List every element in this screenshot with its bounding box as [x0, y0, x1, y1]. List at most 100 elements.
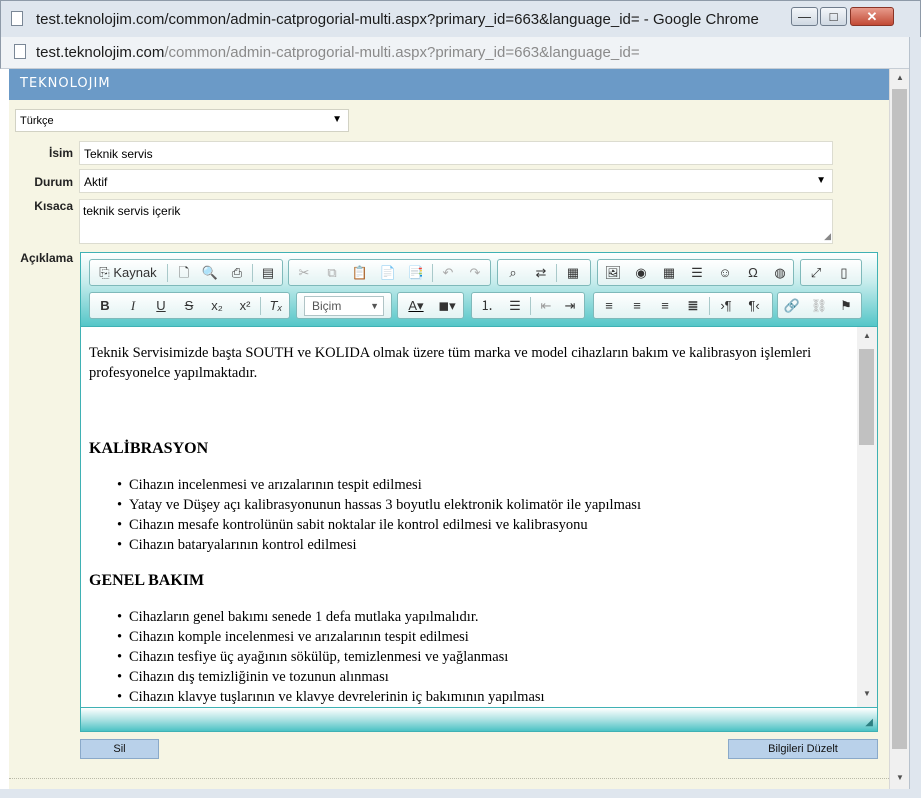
preview-icon[interactable]: 🔍 [200, 263, 220, 283]
status-select[interactable]: Aktif ▼ [79, 169, 833, 193]
list-item-text: Cihazın dış temizliğinin ve tozunun alın… [129, 669, 389, 685]
toolbar-group-find: ⌕ ⇄ ▦ [497, 259, 591, 286]
copy-icon[interactable]: ⧉ [322, 263, 342, 283]
editor-scrollbar-thumb[interactable] [859, 349, 874, 445]
select-all-icon[interactable]: ▦ [563, 263, 583, 283]
page-scrollbar[interactable]: ▲ ▼ [889, 69, 909, 789]
address-host: test.teknolojim.com [36, 44, 165, 61]
text-direction-ltr-icon[interactable]: ›¶ [715, 296, 737, 316]
align-center-icon[interactable]: ≡ [627, 296, 647, 316]
list-item-text: Cihazın bataryalarının kontrol edilmesi [129, 537, 357, 553]
table-icon[interactable]: ▦ [659, 263, 679, 283]
background-color-icon[interactable]: ◼▾ [433, 296, 461, 316]
toolbar-group-view: ⤢ ▯ [800, 259, 862, 286]
anchor-flag-icon[interactable]: ⚑ [836, 296, 856, 316]
save-button[interactable]: Bilgileri Düzelt [728, 739, 878, 759]
horizontal-rule-icon[interactable]: ☰ [687, 263, 707, 283]
page-icon [11, 11, 23, 26]
brand-logo: TEKNOLOJIM [20, 76, 111, 91]
editor-content-area[interactable]: Teknik Servisimizde başta SOUTH ve KOLID… [81, 327, 859, 707]
paste-word-icon[interactable]: 📑 [406, 263, 426, 283]
strikethrough-icon[interactable]: S [179, 296, 199, 316]
bullet-icon: • [117, 537, 123, 553]
scroll-down-icon[interactable]: ▼ [890, 773, 910, 782]
print-icon[interactable]: ⎙ [227, 263, 247, 283]
scroll-up-icon[interactable]: ▲ [890, 73, 910, 82]
format-combo[interactable]: Biçim ▼ [304, 296, 384, 316]
name-field[interactable]: Teknik servis [79, 141, 833, 165]
iframe-icon[interactable]: ◍ [770, 263, 790, 283]
replace-icon[interactable]: ⇄ [531, 263, 551, 283]
delete-button[interactable]: Sil [80, 739, 159, 759]
text-color-icon[interactable]: A▾ [402, 296, 430, 316]
list-item: • Cihazın incelenmesi ve arızalarının tes… [89, 475, 641, 495]
bold-icon[interactable]: B [95, 296, 115, 316]
paste-icon[interactable]: 📋 [350, 263, 370, 283]
minimize-button[interactable]: — [791, 7, 818, 26]
templates-icon[interactable]: ▤ [258, 263, 278, 283]
toolbar-group-lists: ⒈ ☰ ⇤ ⇥ [471, 292, 585, 319]
close-icon: ✕ [866, 9, 878, 24]
language-select[interactable]: Türkçe ▼ [15, 109, 349, 132]
scroll-down-icon[interactable]: ▼ [857, 689, 877, 698]
toolbar-group-styles: Biçim ▼ [296, 292, 392, 319]
align-left-icon[interactable]: ≡ [599, 296, 619, 316]
subscript-icon[interactable]: x₂ [207, 296, 227, 316]
indent-icon[interactable]: ⇥ [560, 296, 580, 316]
list-item: • Cihazın dış temizliğinin ve tozunun alı… [89, 667, 545, 687]
list-item: • Cihazın bataryalarının kontrol edilmesi [89, 535, 641, 555]
image-icon[interactable]: 🖼 [603, 263, 623, 283]
paste-text-icon[interactable]: 📄 [378, 263, 398, 283]
page-scrollbar-thumb[interactable] [892, 89, 907, 749]
underline-icon[interactable]: U [151, 296, 171, 316]
intro-paragraph: Teknik Servisimizde başta SOUTH ve KOLID… [89, 345, 812, 381]
smiley-icon[interactable]: ☺ [715, 263, 735, 283]
chevron-down-icon: ▼ [816, 175, 826, 186]
toolbar-separator [252, 264, 253, 282]
align-justify-icon[interactable]: ≣ [683, 296, 703, 316]
new-page-icon[interactable]: 🗋 [174, 263, 194, 283]
italic-icon[interactable]: I [123, 296, 143, 316]
remove-format-icon[interactable]: Tₓ [266, 296, 286, 316]
unlink-icon[interactable]: ⛓ [809, 296, 829, 316]
bullet-icon: • [117, 497, 123, 513]
bulleted-list-icon[interactable]: ☰ [505, 296, 525, 316]
description-label: Açıklama [20, 251, 73, 265]
scroll-up-icon[interactable]: ▲ [857, 331, 877, 340]
language-select-value: Türkçe [20, 115, 54, 127]
link-icon[interactable]: 🔗 [782, 296, 802, 316]
list-item: • Cihazın komple incelenmesi ve arızaları… [89, 627, 545, 647]
cut-icon[interactable]: ✂ [294, 263, 314, 283]
find-icon[interactable]: ⌕ [503, 263, 523, 283]
undo-icon[interactable]: ↶ [438, 263, 458, 283]
numbered-list-icon[interactable]: ⒈ [477, 296, 497, 316]
bullet-icon: • [117, 517, 123, 533]
list-item-text: Cihazın tesfiye üç ayağının sökülüp, tem… [129, 649, 509, 665]
outdent-icon[interactable]: ⇤ [536, 296, 556, 316]
resize-grip-icon[interactable]: ◢ [824, 231, 831, 242]
maximize-button[interactable]: □ [820, 7, 847, 26]
text-direction-rtl-icon[interactable]: ¶‹ [743, 296, 765, 316]
toolbar-separator [530, 297, 531, 315]
bullet-icon: • [117, 477, 123, 493]
list-item: • Yatay ve Düşey açı kalibrasyonunun hass… [89, 495, 641, 515]
resize-grip-icon[interactable]: ◢ [865, 717, 873, 728]
special-char-icon[interactable]: Ω [743, 263, 763, 283]
maximize-editor-icon[interactable]: ⤢ [806, 263, 826, 283]
list-item: • Cihazların genel bakımı senede 1 defa m… [89, 607, 545, 627]
close-button[interactable]: ✕ [850, 7, 894, 26]
flash-icon[interactable]: ◉ [631, 263, 651, 283]
summary-textarea[interactable]: teknik servis içerik ◢ [79, 199, 833, 244]
editor-scrollbar[interactable]: ▲ ▼ [857, 327, 877, 707]
list-item-text: Cihazların genel bakımı senede 1 defa mu… [129, 609, 479, 625]
address-url[interactable]: test.teknolojim.com/common/admin-catprog… [36, 44, 640, 61]
heading-general-maintenance: GENEL BAKIM [89, 572, 205, 589]
redo-icon[interactable]: ↷ [465, 263, 485, 283]
editor-toolbar: ⎘ Kaynak 🗋 🔍 ⎙ ▤ ✂ ⧉ 📋 📄 📑 ↶ ↷ ⌕ ⇄ ▦ 🖼 ◉… [81, 253, 877, 327]
show-blocks-icon[interactable]: ▯ [834, 263, 854, 283]
bullet-icon: • [117, 629, 123, 645]
superscript-icon[interactable]: x² [235, 296, 255, 316]
source-button[interactable]: ⎘ Kaynak [94, 263, 162, 283]
align-right-icon[interactable]: ≡ [655, 296, 675, 316]
address-bar[interactable]: test.teknolojim.com/common/admin-catprog… [0, 37, 921, 69]
